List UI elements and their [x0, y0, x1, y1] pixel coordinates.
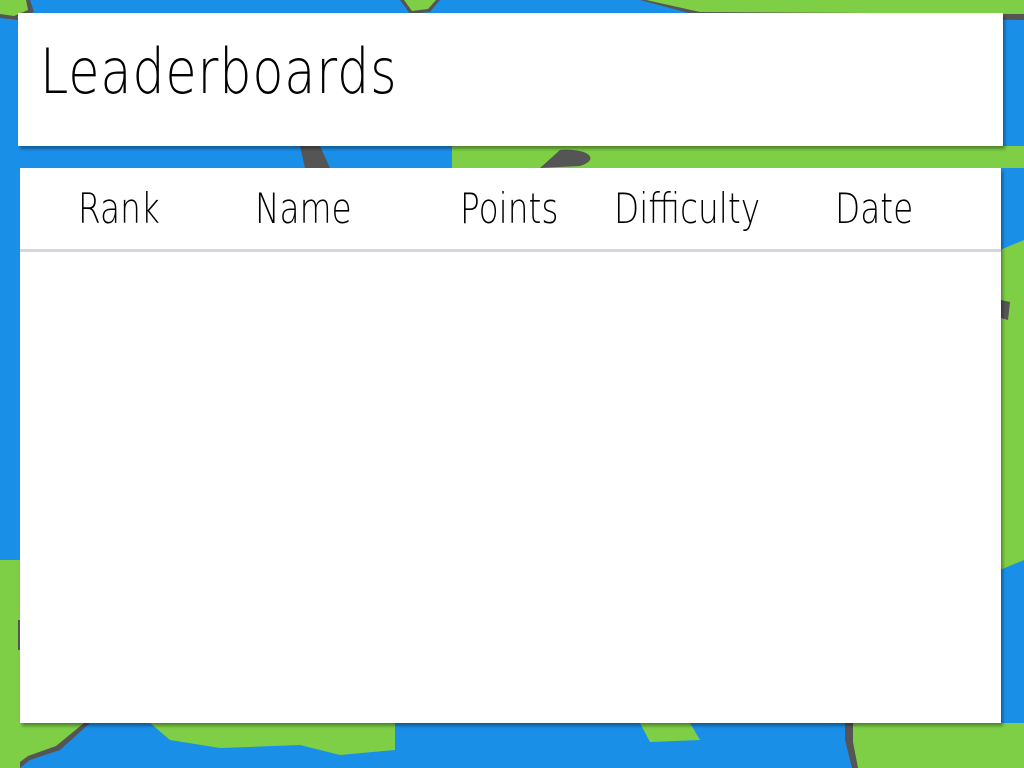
- column-header-points[interactable]: Points: [460, 184, 558, 233]
- leaderboard-table: Rank Name Points Difficulty Date: [20, 168, 1001, 723]
- title-panel: Leaderboards: [18, 13, 1003, 146]
- column-header-rank[interactable]: Rank: [78, 184, 160, 233]
- table-body: [20, 252, 1001, 723]
- column-header-difficulty[interactable]: Difficulty: [614, 184, 760, 233]
- column-header-name[interactable]: Name: [255, 184, 352, 233]
- table-header: Rank Name Points Difficulty Date: [20, 168, 1001, 252]
- page-title: Leaderboards: [40, 35, 398, 108]
- column-header-date[interactable]: Date: [835, 184, 913, 233]
